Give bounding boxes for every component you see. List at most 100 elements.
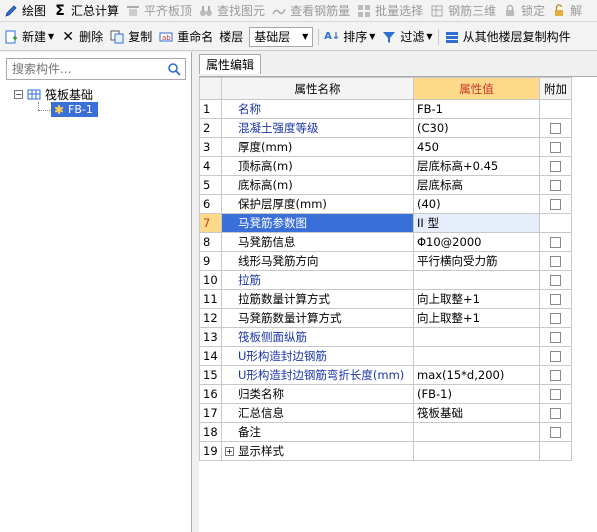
tree-connector <box>38 110 50 111</box>
table-row[interactable]: 4 顶标高(m) 层底标高+0.45 <box>199 156 572 176</box>
new-button[interactable]: 新建 ▼ <box>0 23 57 50</box>
tree-item-fb-1[interactable]: ✱ FB-1 <box>51 102 98 117</box>
row-number: 4 <box>199 156 222 176</box>
sort-button[interactable]: A↓ 排序 ▼ <box>321 23 378 50</box>
table-row[interactable]: 16 归类名称 (FB-1) <box>199 384 572 404</box>
property-value[interactable]: (C30) <box>413 118 540 138</box>
property-value[interactable]: 筏板基础 <box>413 403 540 423</box>
attach-checkbox[interactable] <box>550 408 561 419</box>
property-value[interactable]: (40) <box>413 194 540 214</box>
attach-checkbox[interactable] <box>550 142 561 153</box>
attach-checkbox[interactable] <box>550 370 561 381</box>
attach-checkbox[interactable] <box>550 199 561 210</box>
table-row[interactable]: 18 备注 <box>199 422 572 442</box>
chevron-down-icon: ▼ <box>426 32 433 41</box>
property-name-label: 保护层厚度(mm) <box>238 197 327 211</box>
copy-from-floor-button[interactable]: 从其他楼层复制构件 <box>441 23 574 50</box>
unlock-button[interactable]: 解 <box>548 0 585 21</box>
attach-checkbox[interactable] <box>550 313 561 324</box>
property-name: 拉筋数量计算方式 <box>221 289 414 309</box>
tree-connector <box>38 102 39 110</box>
property-name: 汇总信息 <box>221 403 414 423</box>
table-row[interactable]: 8 马凳筋信息 Φ10@2000 <box>199 232 572 252</box>
property-value[interactable]: Φ10@2000 <box>413 232 540 252</box>
expand-icon[interactable]: + <box>225 447 234 456</box>
view-rebar-button[interactable]: 查看钢筋量 <box>268 0 353 21</box>
draw-button[interactable]: 绘图 <box>0 0 49 21</box>
table-row[interactable]: 1 名称 FB-1 <box>199 99 572 119</box>
attach-checkbox[interactable] <box>550 123 561 134</box>
property-value[interactable]: max(15*d,200) <box>413 365 540 385</box>
table-row[interactable]: 9 线形马凳筋方向 平行横向受力筋 <box>199 251 572 271</box>
attach-checkbox[interactable] <box>550 237 561 248</box>
table-row[interactable]: 13 筏板侧面纵筋 <box>199 327 572 347</box>
property-value[interactable] <box>413 327 540 347</box>
property-name: U形构造封边钢筋 <box>221 346 414 366</box>
rebar-3d-button[interactable]: 钢筋三维 <box>426 0 499 21</box>
table-row[interactable]: 6 保护层厚度(mm) (40) <box>199 194 572 214</box>
property-name-label: 归类名称 <box>238 387 284 401</box>
property-value[interactable] <box>413 346 540 366</box>
align-top-button[interactable]: 平齐板顶 <box>122 0 195 21</box>
search-box <box>6 58 186 80</box>
table-row[interactable]: 10 拉筋 <box>199 270 572 290</box>
property-value[interactable]: (FB-1) <box>413 384 540 404</box>
table-row[interactable]: 19 + 显示样式 <box>199 441 572 461</box>
chevron-down-icon: ▼ <box>369 32 376 41</box>
attach-checkbox[interactable] <box>550 161 561 172</box>
attach-checkbox[interactable] <box>550 294 561 305</box>
copy-button[interactable]: 复制 <box>106 23 155 50</box>
rename-button[interactable]: ab 重命名 <box>155 23 216 50</box>
table-row[interactable]: 2 混凝土强度等级 (C30) <box>199 118 572 138</box>
attach-checkbox[interactable] <box>550 389 561 400</box>
batch-select-button[interactable]: 批量选择 <box>353 0 426 21</box>
table-row[interactable]: 5 底标高(m) 层底标高 <box>199 175 572 195</box>
pencil-icon <box>3 3 19 19</box>
property-value[interactable]: 平行横向受力筋 <box>413 251 540 271</box>
property-value[interactable]: 向上取整+1 <box>413 289 540 309</box>
property-name: 拉筋 <box>221 270 414 290</box>
search-icon[interactable] <box>167 62 181 76</box>
delete-button[interactable]: ✕ 删除 <box>57 23 106 50</box>
property-value[interactable] <box>413 270 540 290</box>
find-element-button[interactable]: 查找图元 <box>195 0 268 21</box>
lock-button[interactable]: 锁定 <box>499 0 548 21</box>
summary-calc-button[interactable]: Σ 汇总计算 <box>49 0 122 21</box>
attach-checkbox[interactable] <box>550 256 561 267</box>
search-input[interactable] <box>10 60 160 78</box>
property-value[interactable] <box>413 441 540 461</box>
attach-checkbox[interactable] <box>550 275 561 286</box>
row-number: 19 <box>199 441 222 461</box>
attach-cell <box>539 441 572 461</box>
property-name-label: 马凳筋数量计算方式 <box>238 311 342 325</box>
table-row[interactable]: 3 厚度(mm) 450 <box>199 137 572 157</box>
property-value[interactable]: 层底标高+0.45 <box>413 156 540 176</box>
collapse-icon[interactable]: − <box>14 89 23 99</box>
property-panel: 属性编辑 属性名称 属性值 附加 1 名称 FB-1 2 混凝土强度等级 (C30) 3 厚度… <box>196 52 597 532</box>
copy-from-floor-icon <box>444 29 460 45</box>
attach-checkbox[interactable] <box>550 180 561 191</box>
table-row[interactable]: 17 汇总信息 筏板基础 <box>199 403 572 423</box>
property-name: 归类名称 <box>221 384 414 404</box>
property-value[interactable]: 层底标高 <box>413 175 540 195</box>
property-value[interactable] <box>413 422 540 442</box>
property-value[interactable]: 450 <box>413 137 540 157</box>
attach-cell <box>539 156 572 176</box>
attach-checkbox[interactable] <box>550 332 561 343</box>
filter-button[interactable]: 过滤 ▼ <box>378 23 435 50</box>
table-row[interactable]: 14 U形构造封边钢筋 <box>199 346 572 366</box>
tree-root-raft-foundation[interactable]: − 筏板基础 <box>14 86 93 102</box>
table-row[interactable]: 7 马凳筋参数图 II 型 <box>199 213 572 233</box>
tab-property-edit[interactable]: 属性编辑 <box>199 54 262 74</box>
floor-select[interactable]: 基础层 ▼ <box>249 26 314 47</box>
attach-checkbox[interactable] <box>550 351 561 362</box>
attach-cell <box>539 289 572 309</box>
property-value[interactable]: FB-1 <box>413 99 540 119</box>
property-value[interactable]: 向上取整+1 <box>413 308 540 328</box>
table-row[interactable]: 11 拉筋数量计算方式 向上取整+1 <box>199 289 572 309</box>
attach-cell <box>539 118 572 138</box>
attach-checkbox[interactable] <box>550 427 561 438</box>
table-row[interactable]: 12 马凳筋数量计算方式 向上取整+1 <box>199 308 572 328</box>
table-row[interactable]: 15 U形构造封边钢筋弯折长度(mm) max(15*d,200) <box>199 365 572 385</box>
property-value[interactable]: II 型 <box>413 213 540 233</box>
